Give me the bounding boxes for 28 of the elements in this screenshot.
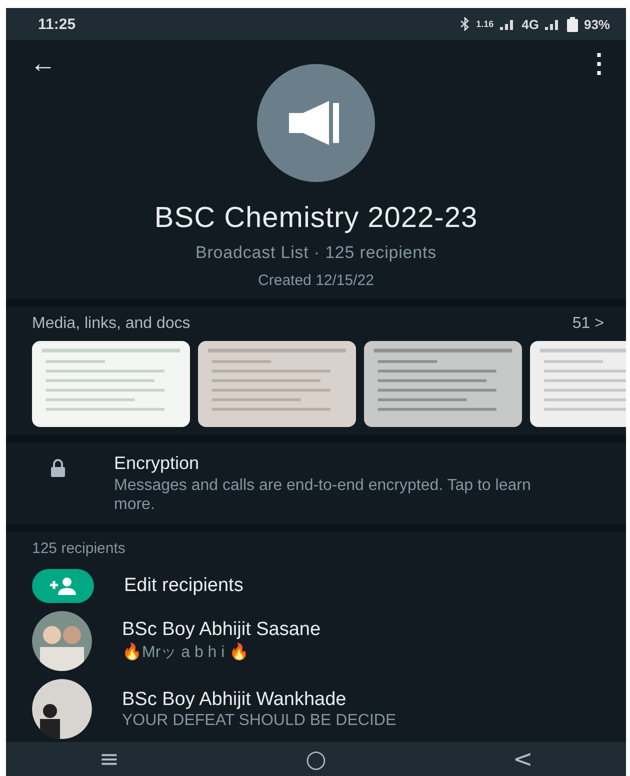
- recipient-name[interactable]: BSc Boy Abhijit Wankhade: [122, 688, 396, 710]
- recents-button[interactable]: ≡: [89, 744, 130, 774]
- encryption-description: Messages and calls are end-to-end encrypted. Tap to learn more.: [114, 476, 532, 514]
- list-subtitle: Broadcast List · 125 recipients: [195, 243, 437, 263]
- media-count[interactable]: 51 >: [572, 315, 604, 333]
- bluetooth-icon: [460, 17, 470, 31]
- add-person-icon: [32, 569, 94, 603]
- network-label: 4G: [522, 16, 539, 32]
- encryption-title: Encryption: [114, 453, 200, 474]
- data-speed: 1.16: [476, 19, 494, 29]
- signal-icon: [544, 18, 561, 30]
- media-heading: Media, links, and docs: [32, 315, 190, 333]
- lock-icon: [50, 459, 66, 477]
- list-title: BSC Chemistry 2022-23: [154, 202, 478, 235]
- recipients-count: 125 recipients: [32, 540, 126, 557]
- battery-icon: [566, 16, 578, 32]
- back-nav-button[interactable]: <: [502, 744, 543, 774]
- created-date: Created 12/15/22: [258, 272, 374, 289]
- edit-recipients-button[interactable]: Edit recipients: [124, 575, 244, 597]
- clock: 11:25: [38, 16, 76, 32]
- recipient-status: 🔥Mrッ a b h i 🔥: [122, 642, 250, 663]
- recipient-status: YOUR DEFEAT SHOULD BE DECIDE: [122, 712, 396, 730]
- signal-icon: [500, 18, 516, 30]
- recipient-name[interactable]: BSc Boy Abhijit Sasane: [122, 619, 321, 641]
- menu-button[interactable]: ⋮: [586, 48, 612, 78]
- home-button[interactable]: ○: [296, 744, 336, 774]
- back-button[interactable]: ←: [30, 48, 56, 78]
- battery-level: 93%: [584, 16, 610, 32]
